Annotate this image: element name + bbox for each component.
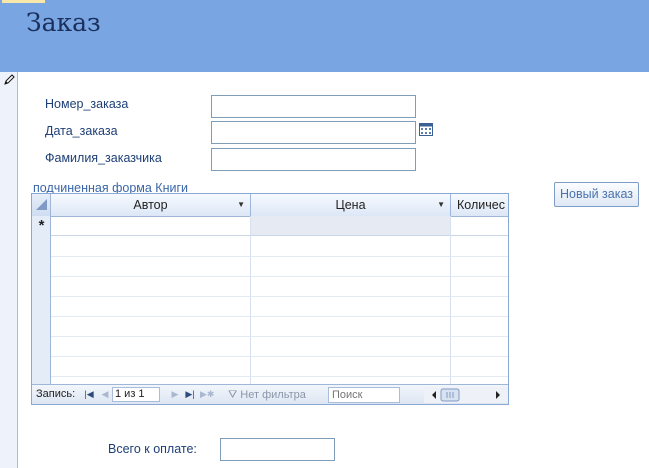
order-number-label: Номер_заказа: [45, 97, 129, 111]
sort-dropdown-icon[interactable]: ▼: [237, 194, 245, 216]
record-label: Запись:: [36, 388, 76, 400]
grid-divider: [51, 276, 508, 277]
customer-surname-label: Фамилия_заказчика: [45, 151, 162, 165]
grid-divider: [51, 256, 508, 257]
search-input[interactable]: [328, 387, 400, 403]
calendar-icon[interactable]: [419, 122, 433, 136]
books-subform: Автор ▼ Цена ▼ Количес * Запись: |◀ ◀ 1 …: [31, 193, 509, 405]
filter-icon: ⛛: [228, 389, 241, 401]
column-header-author[interactable]: Автор ▼: [51, 194, 251, 216]
record-counter-field[interactable]: 1 из 1: [112, 387, 160, 402]
grid-header: Автор ▼ Цена ▼ Количес: [32, 194, 508, 217]
column-header-quantity-label: Количес: [457, 198, 505, 212]
order-date-field[interactable]: [211, 121, 416, 144]
grid-divider: [51, 336, 508, 337]
record-navigation-bar: Запись: |◀ ◀ 1 из 1 ▶ ▶| ▶✱ ⛛ Нет фильтр…: [32, 384, 508, 404]
form-title: Заказ: [26, 8, 101, 37]
customer-surname-field[interactable]: [211, 148, 416, 171]
column-header-quantity[interactable]: Количес: [451, 194, 508, 216]
horizontal-scrollbar[interactable]: [424, 387, 508, 403]
next-record-icon[interactable]: ▶: [168, 388, 182, 401]
record-selector-strip[interactable]: [0, 72, 18, 468]
column-header-author-label: Автор: [133, 198, 168, 212]
filter-status-label: Нет фильтра: [240, 389, 306, 401]
grid-divider: [51, 296, 508, 297]
grid-divider: [450, 216, 451, 384]
grid-divider: [51, 316, 508, 317]
grid-divider: [250, 216, 251, 384]
grid-divider: [51, 376, 508, 377]
previous-record-icon[interactable]: ◀: [98, 388, 112, 401]
new-record-marker: *: [38, 217, 45, 234]
select-all-button[interactable]: [32, 194, 51, 216]
order-number-field[interactable]: [211, 95, 416, 118]
new-order-button[interactable]: Новый заказ: [554, 182, 639, 207]
row-selector-column[interactable]: [32, 216, 51, 384]
pencil-icon: [4, 74, 15, 85]
new-record-icon[interactable]: ▶✱: [200, 388, 214, 401]
total-due-field[interactable]: [220, 438, 335, 461]
last-record-icon[interactable]: ▶|: [183, 388, 197, 401]
header-accent-tab: [2, 0, 45, 3]
select-all-triangle-icon: [36, 199, 47, 210]
total-due-label: Всего к оплате:: [108, 442, 197, 456]
grid-divider: [51, 356, 508, 357]
new-record-row[interactable]: [51, 216, 508, 236]
sort-dropdown-icon[interactable]: ▼: [437, 194, 445, 216]
column-header-price-label: Цена: [335, 198, 366, 212]
order-date-label: Дата_заказа: [45, 124, 118, 138]
filter-toggle-button[interactable]: ⛛ Нет фильтра: [228, 388, 306, 402]
column-header-price[interactable]: Цена ▼: [251, 194, 451, 216]
first-record-icon[interactable]: |◀: [82, 388, 96, 401]
